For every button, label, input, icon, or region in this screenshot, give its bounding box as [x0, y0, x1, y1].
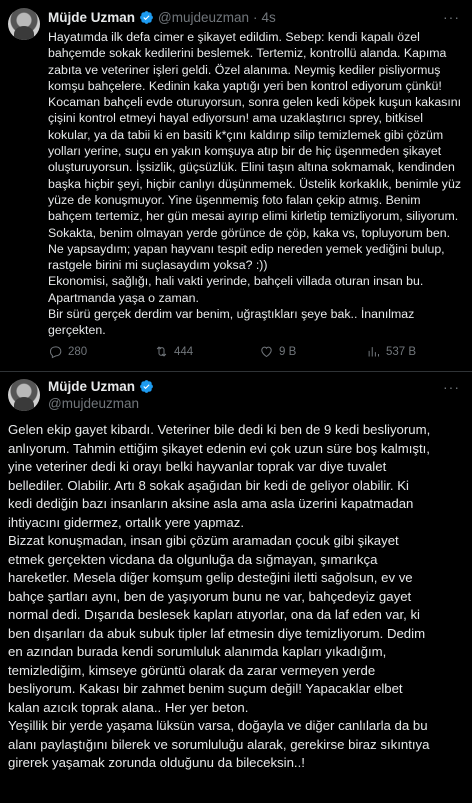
- retweet-count: 444: [174, 345, 194, 358]
- tweet-line: ihtiyacını gidermez, ortalık yere yapmaz…: [8, 514, 245, 530]
- tweet-line: Gelen ekip gayet kibardı. Veteriner bile…: [8, 422, 431, 437]
- tweet-line: anlıyorum. Tahmin ettiğim şikayet edenin…: [8, 440, 430, 456]
- tweet-line: Yeşillik bir yerde yaşama lüksün varsa, …: [8, 718, 428, 733]
- author-handle-2[interactable]: @mujdeuzman: [48, 396, 139, 411]
- tweet-line: Ekonomisi, sağlığı, hali vakti yerinde, …: [48, 274, 424, 289]
- views-icon: [368, 347, 379, 357]
- retweet-button[interactable]: 444: [154, 344, 193, 359]
- tweet-line: Kocaman bahçeli evde oturuyorsun, sonra …: [48, 95, 462, 110]
- avatar[interactable]: [8, 379, 40, 411]
- retweet-icon: [156, 346, 167, 357]
- tweet-line: kalan azıcık toprak alana.. Her yer beto…: [8, 699, 249, 715]
- verified-badge-icon: [140, 11, 153, 24]
- tweet-header: Müjde Uzman @mujdeuzman · 4s: [48, 10, 276, 25]
- author-name-2[interactable]: Müjde Uzman: [48, 379, 135, 394]
- tweet-line: Sokakta, benim olmayan yerde görünce de …: [48, 225, 451, 240]
- reply-button[interactable]: 280: [48, 344, 87, 359]
- tweet-line: bahçemde sokak kedilerini beslemek. Tert…: [48, 46, 447, 61]
- tweet-line: gerçekten.: [48, 323, 106, 338]
- tweet-line: yolları yerine, suçu en yakın komşuya at…: [48, 144, 442, 159]
- verified-badge-icon: [140, 380, 153, 393]
- more-icon[interactable]: ···: [443, 9, 460, 25]
- tweet-line: yine veteriner dedi ki orayı belki hayva…: [8, 459, 387, 474]
- tweet-line: Hayatımda ilk defa cimer e şikayet edild…: [48, 30, 420, 44]
- views-button[interactable]: 537 B: [366, 344, 416, 359]
- tweet-header-2: Müjde Uzman: [48, 379, 154, 394]
- tweet-line: Apartmanda yaşa o zaman.: [48, 290, 199, 305]
- reply-icon: [49, 346, 62, 359]
- tweet-line: komşu bahçelere. Kedinin kaka yaptığı ye…: [48, 78, 442, 93]
- tweet-line: rastgele birini mi suçlasaydım yoksa? :)…: [48, 258, 268, 273]
- tweet-line: kokular, ya da tabii ki en basiti k*çını…: [48, 127, 444, 142]
- views-count: 537 B: [386, 345, 417, 358]
- like-count: 9 B: [279, 345, 297, 358]
- tweet-line: etmek gerçekten vicdana da olgunluğa da …: [8, 551, 378, 567]
- author-handle[interactable]: @mujdeuzman: [158, 10, 249, 25]
- tweet-line: hareketler. Mesela diğer komşum gelip de…: [8, 570, 413, 585]
- tweet-text: Hayatımda ilk defa cimer e şikayet edild…: [48, 29, 466, 339]
- like-button[interactable]: 9 B: [259, 344, 296, 359]
- tweet-line: Bir sürü gerçek derdim var benim, uğraşt…: [48, 307, 415, 322]
- tweet-actions: 280 444 9 B 537 B: [48, 344, 466, 362]
- tweet-line: besliyorum. Kakası bir zahmet benim suçu…: [8, 681, 403, 696]
- tweet-line: başka hiçbir şeyi, hiçbir canlıyı düşünm…: [48, 176, 461, 191]
- tweet-line: bellediler. Olabilir. Artı 8 sokak aşağı…: [8, 477, 409, 493]
- timestamp[interactable]: 4s: [262, 10, 276, 25]
- tweet-line: temizlediğim, kimseye görüntü olarak da …: [8, 662, 376, 678]
- tweet-line: bahçem tertemiz, her gün mesai ayırıp el…: [48, 209, 459, 224]
- tweet-line: alanı paylaştığını bilerek ve sorumluluğ…: [8, 736, 430, 752]
- tweet-line: bahçe şartları aynı, ben de yaşıyorum bu…: [8, 588, 412, 604]
- tweet-line: girerek yaşamak zorunda olduğunu da bile…: [8, 755, 305, 770]
- separator-dot: ·: [253, 10, 258, 25]
- tweet-line: çişini kontrol etmeyi hayal ediyorsun! a…: [48, 111, 424, 126]
- tweet-line: Ne yapsaydım; yapan hayvanı tespit edip …: [48, 241, 445, 256]
- tweet-line: en azından burada kendi sorumluluk alanı…: [8, 644, 387, 659]
- tweet-first[interactable]: Müjde Uzman @mujdeuzman · 4s ··· Hayatım…: [0, 0, 472, 372]
- tweet-line: normal dedi. Dışarıda beslesek kapları a…: [8, 607, 420, 622]
- tweet-line: kedi dediğin bazı insanların aksine asla…: [8, 496, 414, 511]
- avatar[interactable]: [8, 8, 40, 40]
- more-icon[interactable]: ···: [443, 379, 460, 395]
- author-name[interactable]: Müjde Uzman: [48, 10, 135, 25]
- tweet-line: ben dışarıları da abuk subuk tipler laf …: [8, 625, 426, 641]
- tweet-line: yüze de konuşmuyor. Yine üşenmemiş foto …: [48, 192, 421, 207]
- tweet-line: zabıta ve veteriner işleri geldi. Özel a…: [48, 62, 441, 77]
- tweet-line: Bizzat konuşmadan, insan gibi çözüm aram…: [8, 533, 399, 548]
- reply-count: 280: [68, 345, 88, 358]
- tweet-text-2: Gelen ekip gayet kibardı. Veteriner bile…: [8, 421, 468, 773]
- tweet-line: oluşturuyorsun. İşsizlik, güçsüzlük. Eli…: [48, 160, 455, 175]
- like-icon: [261, 346, 272, 358]
